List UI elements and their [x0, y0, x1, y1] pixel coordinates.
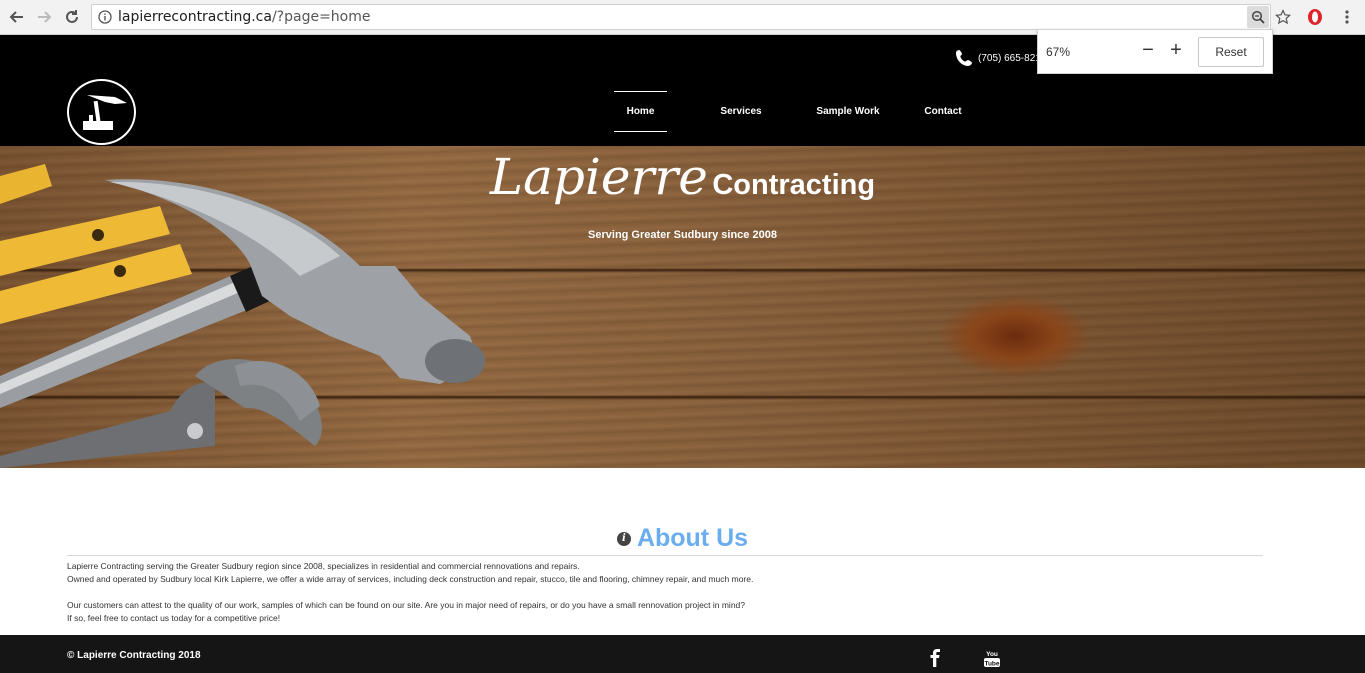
copyright: © Lapierre Contracting 2018: [67, 650, 201, 661]
youtube-label-tube: Tube: [984, 661, 999, 668]
hero-title-bold: Contracting: [712, 169, 876, 201]
hero-title: Lapierre Contracting: [0, 148, 1365, 206]
nav-services[interactable]: Services: [713, 91, 769, 132]
about-heading: i About Us: [0, 524, 1365, 553]
zoom-in-button[interactable]: +: [1168, 40, 1184, 62]
about-title: About Us: [636, 524, 749, 552]
site-footer: © Lapierre Contracting 2018 You Tube: [0, 635, 1365, 673]
phone-icon: [956, 50, 972, 66]
nav-sample-work[interactable]: Sample Work: [815, 91, 881, 132]
back-button[interactable]: [6, 6, 28, 28]
hero-subtitle: Serving Greater Sudbury since 2008: [588, 229, 777, 241]
about-divider: [67, 555, 1263, 556]
star-icon: [1275, 9, 1291, 25]
zoom-reset-button[interactable]: Reset: [1198, 37, 1264, 67]
reload-icon: [66, 10, 78, 23]
address-bar[interactable]: lapierrecontracting.ca/?page=home: [91, 4, 1271, 30]
opera-extension-button[interactable]: [1304, 6, 1326, 28]
info-icon[interactable]: [98, 10, 112, 24]
zoom-popup: 67% − + Reset: [1037, 29, 1273, 74]
wood-knot: [940, 296, 1090, 376]
site-logo[interactable]: [67, 79, 136, 145]
url-text: lapierrecontracting.ca/?page=home: [118, 9, 371, 25]
about-body: Lapierre Contracting serving the Greater…: [67, 560, 1267, 625]
nav-home[interactable]: Home: [614, 91, 667, 132]
youtube-label: You: [986, 651, 998, 658]
about-paragraph-4: If so, feel free to contact us today for…: [67, 613, 281, 623]
hero-banner: Lapierre Contracting Serving Greater Sud…: [0, 146, 1365, 468]
zoom-button[interactable]: [1247, 6, 1269, 28]
kebab-menu-icon: [1345, 10, 1349, 24]
opera-icon: [1308, 9, 1322, 25]
hero-title-script: Lapierre: [489, 148, 708, 206]
url-host: lapierrecontracting.ca: [118, 9, 272, 25]
zoom-out-button[interactable]: −: [1140, 40, 1156, 62]
url-path: /?page=home: [271, 9, 371, 25]
back-arrow-icon: [9, 11, 23, 23]
nav-contact[interactable]: Contact: [921, 91, 965, 132]
info-circle-icon: i: [616, 531, 631, 546]
zoom-percent: 67%: [1046, 45, 1071, 59]
reload-button[interactable]: [61, 6, 83, 28]
forward-button[interactable]: [33, 6, 55, 28]
phone-contact[interactable]: (705) 665-8210: [955, 49, 1046, 67]
about-paragraph-1: Lapierre Contracting serving the Greater…: [67, 561, 580, 571]
zoom-out-magnifier-icon: [1251, 10, 1265, 24]
facebook-icon[interactable]: [929, 649, 941, 667]
about-paragraph-3: Our customers can attest to the quality …: [67, 600, 745, 610]
youtube-icon[interactable]: You Tube: [983, 649, 1001, 667]
browser-menu-button[interactable]: [1336, 6, 1358, 28]
hammer-logo-icon: [83, 95, 127, 130]
bookmark-button[interactable]: [1272, 6, 1294, 28]
main-nav: Home Services Sample Work Contact: [614, 91, 965, 132]
forward-arrow-icon: [38, 11, 52, 23]
about-paragraph-2: Owned and operated by Sudbury local Kirk…: [67, 574, 754, 584]
